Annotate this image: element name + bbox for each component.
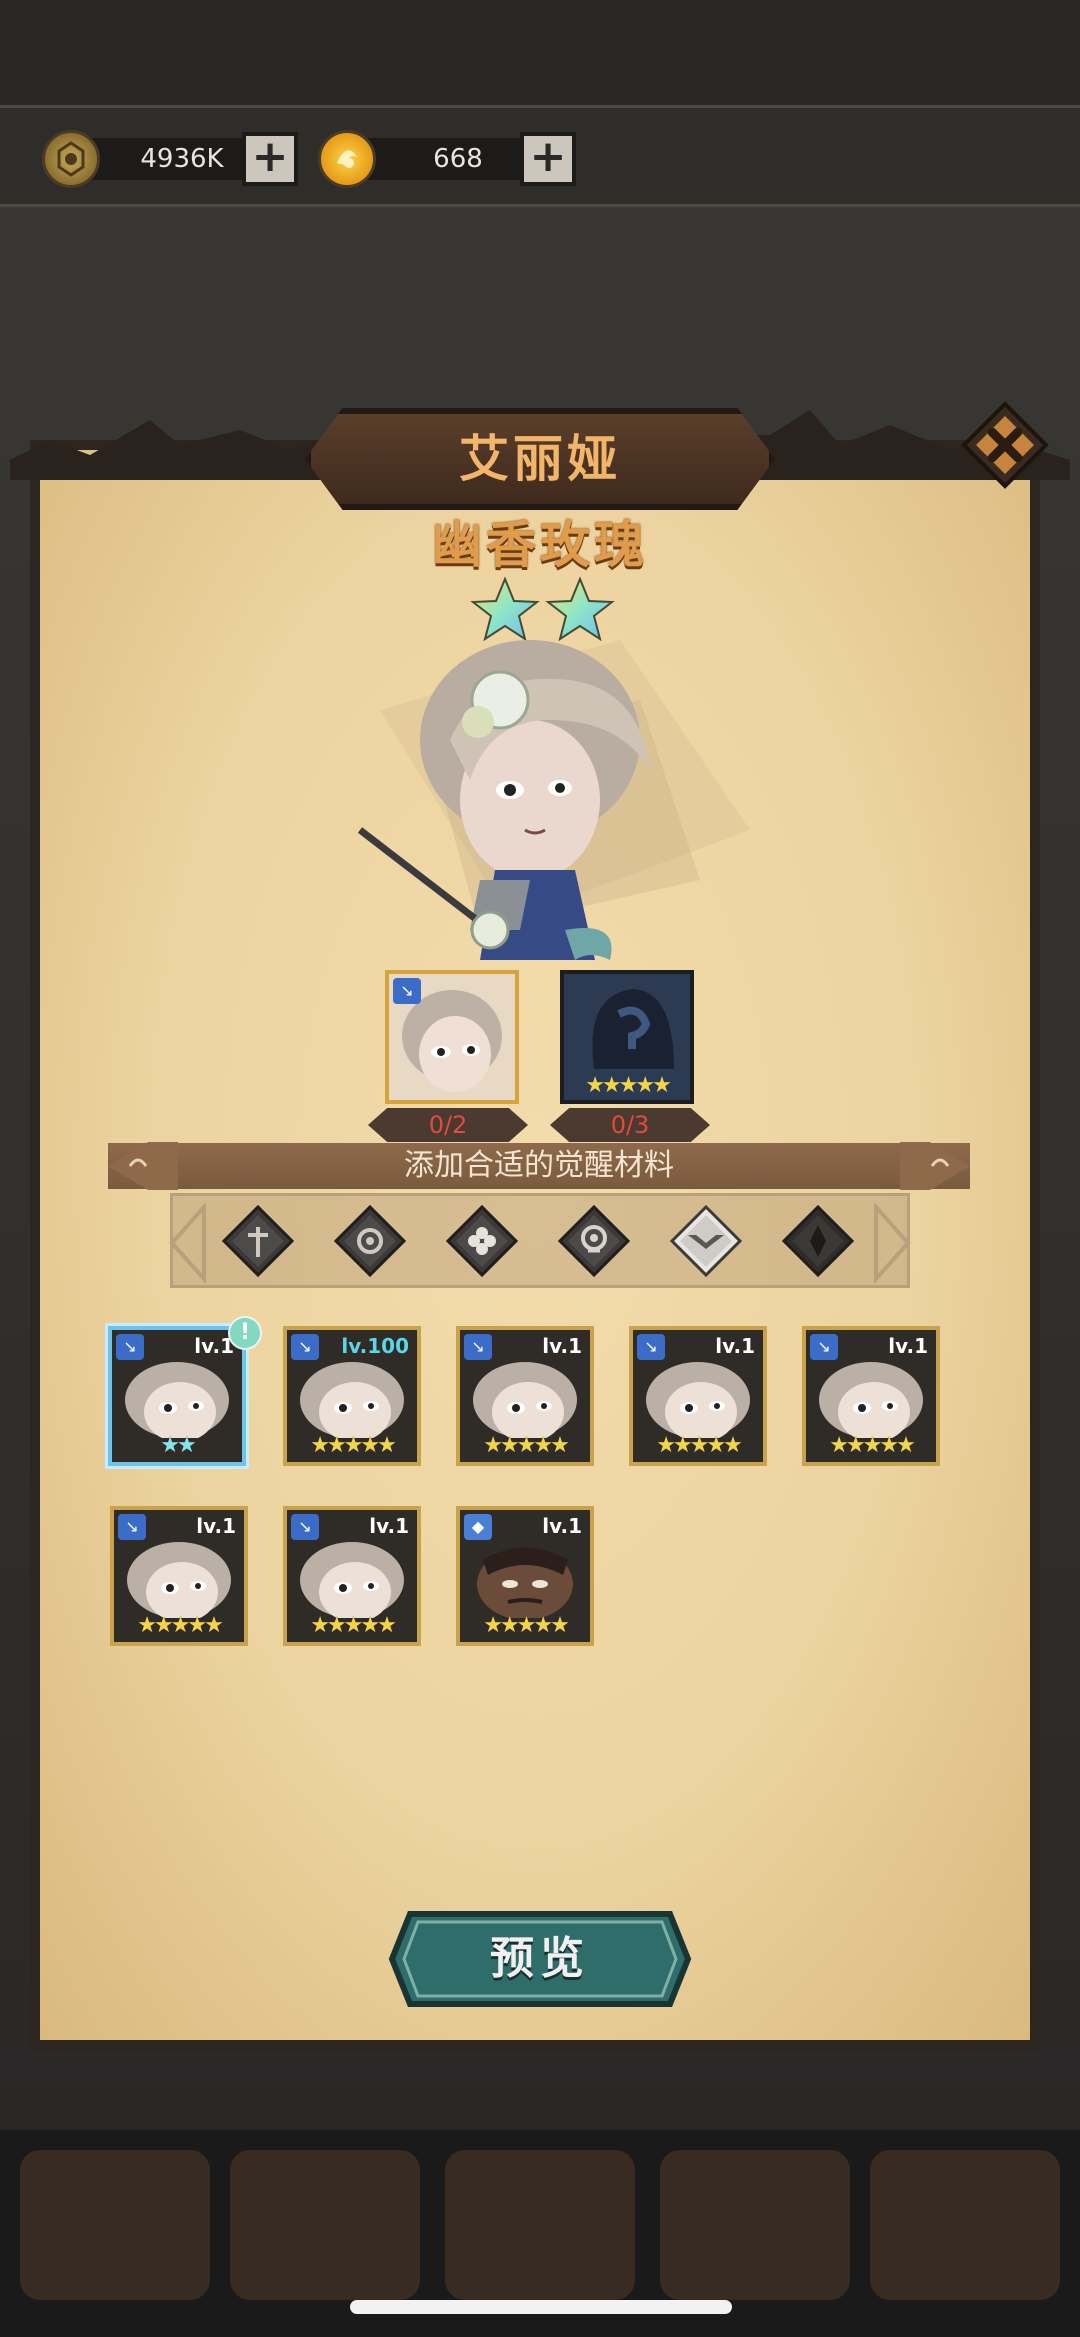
hero-face-icon: [819, 1362, 923, 1438]
material-counter-1: 0/2: [368, 1108, 528, 1142]
eye-mask-icon: [557, 1204, 631, 1278]
card-level: lv.1: [196, 1514, 236, 1538]
gear-wheel-icon: [333, 1204, 407, 1278]
class-icon: ↘: [810, 1334, 838, 1360]
nav-ghost-1: [20, 2150, 210, 2300]
class-icon: ↘: [291, 1514, 319, 1540]
class-icon: ↘: [464, 1334, 492, 1360]
hero-card[interactable]: ↘ lv.1 ★★★★★: [283, 1506, 421, 1646]
nav-ghost-2: [230, 2150, 420, 2300]
cross-staff-icon: [221, 1204, 295, 1278]
hero-face-icon: [300, 1542, 404, 1618]
clover-icon: [445, 1204, 519, 1278]
hero-face-icon: [300, 1362, 404, 1438]
filter-cross-staff[interactable]: [221, 1204, 295, 1278]
hero-face-icon: [473, 1362, 577, 1438]
hero-name: 艾丽娅: [459, 430, 621, 488]
card-level: lv.1: [542, 1334, 582, 1358]
awaken-hint-bar: 添加合适的觉醒材料: [108, 1143, 970, 1189]
top-dark-strip: [0, 0, 1080, 105]
nav-ghost-4: [660, 2150, 850, 2300]
filter-dark-spire[interactable]: [781, 1204, 855, 1278]
card-level: lv.1: [369, 1514, 409, 1538]
card-star-rating: ★★: [160, 1433, 196, 1458]
class-icon: ◆: [464, 1514, 492, 1540]
card-star-rating: ★★★★★: [137, 1613, 224, 1638]
currency-bar: 4936K + 668 +: [0, 105, 1080, 207]
gem-currency: 668 +: [318, 130, 590, 188]
card-level: lv.1: [715, 1334, 755, 1358]
brute-hero-face-icon: [477, 1547, 573, 1618]
filter-gear-wheel[interactable]: [333, 1204, 407, 1278]
close-x-icon: [961, 401, 1049, 489]
card-star-rating: ★★★★★: [656, 1433, 743, 1458]
card-level: lv.100: [341, 1334, 409, 1358]
gold-coin-icon: [42, 130, 100, 188]
filter-winged-eye[interactable]: [669, 1204, 743, 1278]
class-icon: ↘: [291, 1334, 319, 1360]
card-level: lv.1: [542, 1514, 582, 1538]
hero-card[interactable]: ↘ lv.1 ★★★★★: [456, 1326, 594, 1466]
card-star-rating: ★★★★★: [829, 1433, 916, 1458]
home-indicator[interactable]: [350, 2300, 732, 2314]
card-star-rating: ★★★★★: [310, 1433, 397, 1458]
close-button[interactable]: [960, 400, 1050, 490]
card-star-rating: ★★★★★: [483, 1613, 570, 1638]
hero-portrait-art: [357, 640, 750, 960]
hero-face-icon: [125, 1362, 229, 1438]
class-icon: ↘: [637, 1334, 665, 1360]
card-star-rating: ★★★★★: [310, 1613, 397, 1638]
preview-button[interactable]: 预览: [388, 1910, 692, 2008]
hero-card[interactable]: ↘ lv.100 ★★★★★: [283, 1326, 421, 1466]
hero-face-icon: [646, 1362, 750, 1438]
material-star-rating: ★★★★★: [585, 1073, 672, 1098]
dark-spire-icon: [781, 1204, 855, 1278]
gem-add-button[interactable]: +: [520, 132, 576, 186]
hint-bar-left-ornament: [108, 1142, 178, 1190]
class-icon: ↘: [393, 978, 421, 1004]
nav-ghost-3: [445, 2150, 635, 2300]
hero-card[interactable]: ↘ lv.1 ★★★★★: [110, 1506, 248, 1646]
hero-card[interactable]: ↘ lv.1 ★★★★★: [802, 1326, 940, 1466]
hero-card[interactable]: ↘ lv.1 ★★★★★: [629, 1326, 767, 1466]
gold-add-button[interactable]: +: [242, 132, 298, 186]
material-counter-2: 0/3: [550, 1108, 710, 1142]
material-slot-generic[interactable]: ★★★★★: [560, 970, 694, 1104]
filter-scroll-right-icon[interactable]: [872, 1203, 912, 1283]
hooded-silhouette-icon: [592, 989, 674, 1069]
card-star-rating: ★★★★★: [483, 1433, 570, 1458]
hero-card[interactable]: ◆ lv.1 ★★★★★: [456, 1506, 594, 1646]
alert-badge-icon: !: [228, 1316, 262, 1350]
filter-scroll-left-icon[interactable]: [168, 1203, 208, 1283]
hint-bar-right-ornament: [900, 1142, 970, 1190]
material-slot-hero[interactable]: ↘: [385, 970, 519, 1104]
awaken-token-icon: [318, 130, 376, 188]
class-icon: ↘: [116, 1334, 144, 1360]
gold-currency: 4936K +: [42, 130, 312, 188]
filter-clover[interactable]: [445, 1204, 519, 1278]
hero-face-icon: [127, 1542, 231, 1618]
winged-eye-icon: [669, 1204, 743, 1278]
hero-card[interactable]: ↘ lv.1 ★★: [108, 1326, 246, 1466]
card-level: lv.1: [888, 1334, 928, 1358]
nav-ghost-5: [870, 2150, 1060, 2300]
skin-name: 幽香玫瑰: [432, 516, 648, 574]
filter-eye-mask[interactable]: [557, 1204, 631, 1278]
class-icon: ↘: [118, 1514, 146, 1540]
